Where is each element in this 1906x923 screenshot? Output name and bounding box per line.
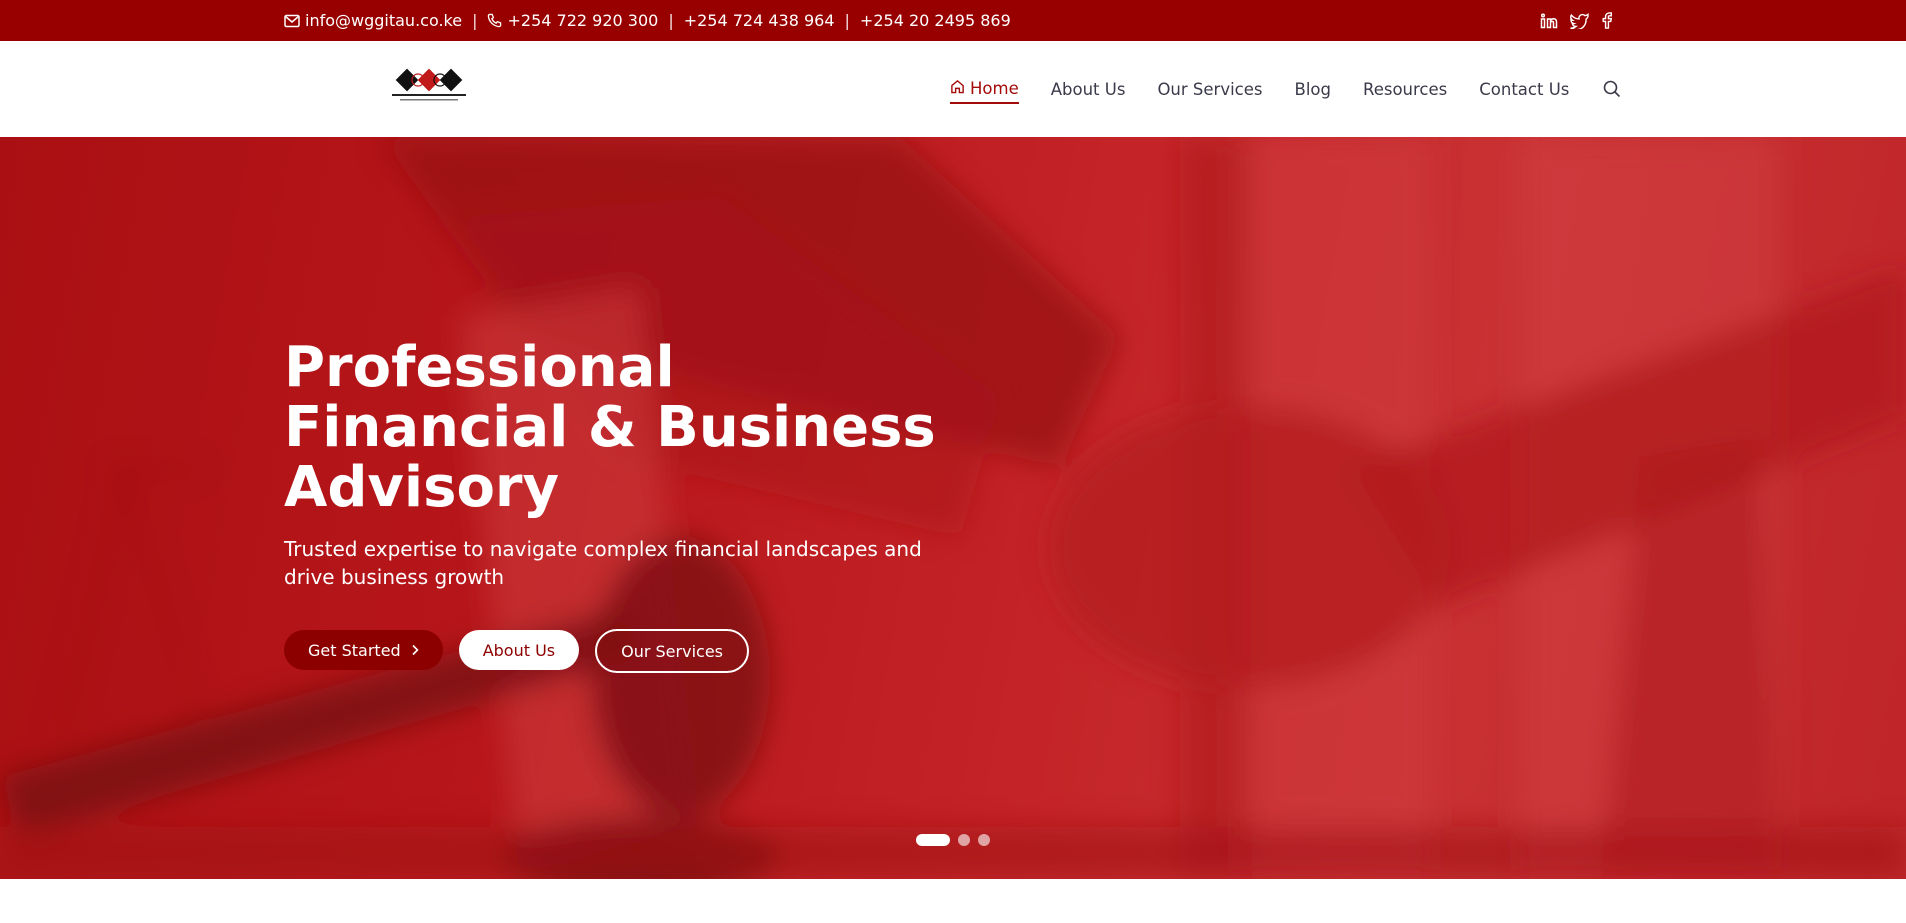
hero-content: Professional Financial & Business Adviso… [284,338,984,673]
hero-slider: Professional Financial & Business Adviso… [0,137,1906,879]
phone-link-2[interactable]: +254 724 438 964 [684,11,835,30]
hero-title-line: Financial & Business [284,395,936,460]
button-label: Get Started [308,640,401,660]
get-started-button[interactable]: Get Started [284,630,443,670]
company-logo[interactable] [388,65,470,105]
nav-item-our-services[interactable]: Our Services [1157,76,1262,103]
slider-dot-3[interactable] [978,834,990,846]
search-icon[interactable] [1603,80,1621,98]
our-services-button[interactable]: Our Services [595,629,749,673]
button-label: About Us [482,640,556,660]
phone-icon [487,13,502,28]
separator: | [472,11,478,30]
slider-pagination [916,834,990,846]
phone-text: +254 722 920 300 [507,11,659,30]
phone-text: +254 20 2495 869 [859,11,1011,30]
chevron-right-icon [411,641,419,660]
separator: | [668,11,674,30]
email-text: info@wggitau.co.ke [305,11,463,30]
nav-item-label: Our Services [1157,79,1263,99]
social-links [1540,0,1613,41]
top-contact-bar: info@wggitau.co.ke | +254 722 920 300 | … [0,0,1906,41]
nav-item-home[interactable]: Home [950,75,1019,104]
mail-icon [284,14,300,28]
primary-nav: Home About Us Our Services Blog Resource… [950,41,1621,137]
nav-item-blog[interactable]: Blog [1295,76,1331,103]
about-us-button[interactable]: About Us [458,630,580,670]
nav-item-resources[interactable]: Resources [1363,76,1447,103]
slider-dot-2[interactable] [958,834,970,846]
nav-item-label: Blog [1294,79,1331,99]
hero-title-line: Advisory [284,455,560,520]
facebook-icon[interactable] [1601,12,1613,29]
twitter-icon[interactable] [1570,12,1589,29]
nav-item-label: Resources [1362,79,1448,99]
slider-dot-1[interactable] [916,834,950,846]
nav-item-label: Contact Us [1479,79,1570,99]
hero-title-line: Professional [284,335,675,400]
main-navbar: Home About Us Our Services Blog Resource… [0,41,1906,137]
hero-buttons: Get Started About Us Our Services [284,627,984,673]
hero-subtitle: Trusted expertise to navigate complex fi… [284,537,922,589]
contact-info: info@wggitau.co.ke | +254 722 920 300 | … [284,0,1011,41]
home-icon [950,79,965,98]
email-link[interactable]: info@wggitau.co.ke [284,11,462,30]
separator: | [844,11,850,30]
linkedin-icon[interactable] [1540,12,1558,29]
nav-item-label: Home [970,78,1019,98]
nav-item-about-us[interactable]: About Us [1051,76,1126,103]
nav-item-contact-us[interactable]: Contact Us [1479,76,1569,103]
phone-link-3[interactable]: +254 20 2495 869 [860,11,1011,30]
phone-text: +254 724 438 964 [683,11,835,30]
button-label: Our Services [621,641,723,661]
nav-item-label: About Us [1050,79,1126,99]
hero-title: Professional Financial & Business Adviso… [284,338,984,518]
phone-link-1[interactable]: +254 722 920 300 [487,11,658,30]
